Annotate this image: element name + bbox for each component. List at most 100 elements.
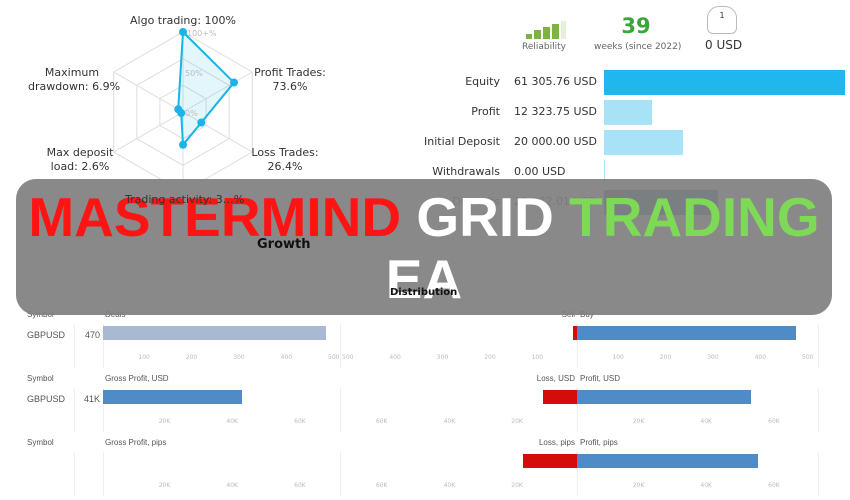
- negative-bar: [543, 390, 577, 404]
- distribution-title: Distribution: [390, 287, 458, 298]
- grid-line: [340, 452, 341, 496]
- tick-label: 60K: [294, 482, 306, 489]
- tick-label: 40K: [226, 418, 238, 425]
- radar-point: [174, 105, 183, 114]
- positive-bar: [577, 326, 796, 340]
- stat-label: Withdrawals: [432, 165, 500, 178]
- grid-line: [818, 324, 819, 368]
- grid-line: [340, 388, 341, 432]
- grid-line: [74, 452, 75, 496]
- tick-label: 300: [233, 354, 245, 361]
- pos-header: Profit, pips: [580, 438, 618, 447]
- tick-label: 400: [389, 354, 401, 361]
- banner-word-ea: EA: [385, 248, 463, 310]
- tick-label: 100: [138, 354, 150, 361]
- tick-label: 60K: [375, 482, 388, 489]
- left-header: Gross Profit, USD: [105, 374, 169, 383]
- neg-header: Loss, pips: [538, 438, 575, 447]
- subscribers-value: 0 USD: [705, 38, 743, 52]
- grid-line: [74, 324, 75, 368]
- grid-line: [818, 388, 819, 432]
- tick-label: 500: [802, 354, 814, 361]
- tick-label: 20K: [511, 482, 523, 489]
- tick-label: 40K: [700, 482, 712, 489]
- tick-label: 200: [659, 354, 672, 361]
- stat-value: 20 000.00 USD: [514, 135, 597, 148]
- scale-100: 100+%: [187, 29, 217, 38]
- tick-label: 40K: [226, 482, 238, 489]
- tick-label: 60K: [768, 482, 780, 489]
- left-bar: [103, 390, 242, 404]
- tick-label: 20K: [511, 418, 523, 425]
- left-header: Gross Profit, pips: [105, 438, 167, 447]
- tick-label: 60K: [375, 418, 388, 425]
- scale-0: 0%: [185, 109, 198, 118]
- tick-label: 500: [328, 354, 340, 361]
- negative-bar: [522, 454, 577, 468]
- radar-point: [179, 140, 187, 149]
- neg-header: Loss, USD: [536, 374, 575, 383]
- stat-bar: [604, 100, 653, 125]
- tick-label: 500: [342, 354, 354, 361]
- radar-label-algo: Algo trading: 100%: [130, 14, 237, 27]
- stat-label: Initial Deposit: [424, 135, 500, 148]
- tick-label: 400: [754, 354, 767, 361]
- radar-point: [197, 118, 206, 127]
- tick-label: 40K: [700, 418, 712, 425]
- stat-value: 0.00 USD: [514, 165, 566, 178]
- tick-label: 60K: [294, 418, 306, 425]
- stat-label: Profit: [471, 105, 500, 118]
- tick-label: 20K: [632, 482, 645, 489]
- weeks-value: 39: [621, 14, 651, 38]
- tick-label: 60K: [768, 418, 780, 425]
- growth-title: Growth: [257, 237, 311, 252]
- tick-label: 300: [436, 354, 449, 361]
- tick-label: 20K: [158, 482, 171, 489]
- tick-label: 200: [185, 354, 198, 361]
- radar-axis: [113, 71, 184, 113]
- radar-label-profit: Profit Trades: 73.6%: [254, 66, 326, 93]
- symbol-header: Symbol: [27, 374, 54, 383]
- radar-label-loss: Loss Trades: 26.4%: [251, 146, 319, 173]
- tick-label: 200: [484, 354, 496, 361]
- left-bar: [103, 326, 326, 340]
- stat-value: 61 305.76 USD: [514, 75, 597, 88]
- stat-bar: [604, 70, 845, 95]
- weeks-label: weeks (since 2022): [594, 42, 682, 52]
- tick-label: 300: [707, 354, 719, 361]
- positive-bar: [577, 390, 752, 404]
- banner-word-trading: TRADING: [569, 186, 820, 248]
- positive-bar: [577, 454, 759, 468]
- radar-point: [229, 78, 238, 87]
- tick-label: 20K: [158, 418, 171, 425]
- pos-header: Profit, USD: [580, 374, 621, 383]
- banner-word-grid: GRID: [416, 186, 554, 248]
- stat-value: 12 323.75 USD: [514, 105, 597, 118]
- tick-label: 20K: [632, 418, 645, 425]
- symbol-name: GBPUSD: [27, 394, 66, 404]
- radar-axis: [113, 111, 184, 153]
- symbol-name: GBPUSD: [27, 330, 66, 340]
- radar-label-deposit-load: Max deposit load: 2.6%: [46, 146, 114, 173]
- radar-area: [177, 29, 236, 148]
- stat-label: Equity: [465, 75, 500, 88]
- scale-50: 50%: [185, 69, 203, 78]
- radar-label-drawdown: Maximum drawdown: 6.9%: [28, 66, 121, 93]
- tick-label: 100: [612, 354, 624, 361]
- subscribers-icon: 1: [707, 6, 737, 34]
- grid-line: [818, 452, 819, 496]
- subscribers-count: 1: [719, 11, 725, 20]
- symbol-header: Symbol: [27, 438, 54, 447]
- tick-label: 100: [531, 354, 544, 361]
- stat-bar: [604, 130, 683, 155]
- tick-label: 40K: [443, 418, 456, 425]
- grid-line: [103, 452, 104, 496]
- grid-line: [340, 324, 341, 368]
- tick-label: 400: [280, 354, 293, 361]
- radar-label-activity: Trading activity: 3…%: [125, 193, 245, 206]
- grid-line: [74, 388, 75, 432]
- radar-point: [179, 28, 187, 36]
- reliability-icon: [526, 21, 566, 39]
- tick-label: 40K: [443, 482, 456, 489]
- reliability-label: Reliability: [522, 42, 566, 52]
